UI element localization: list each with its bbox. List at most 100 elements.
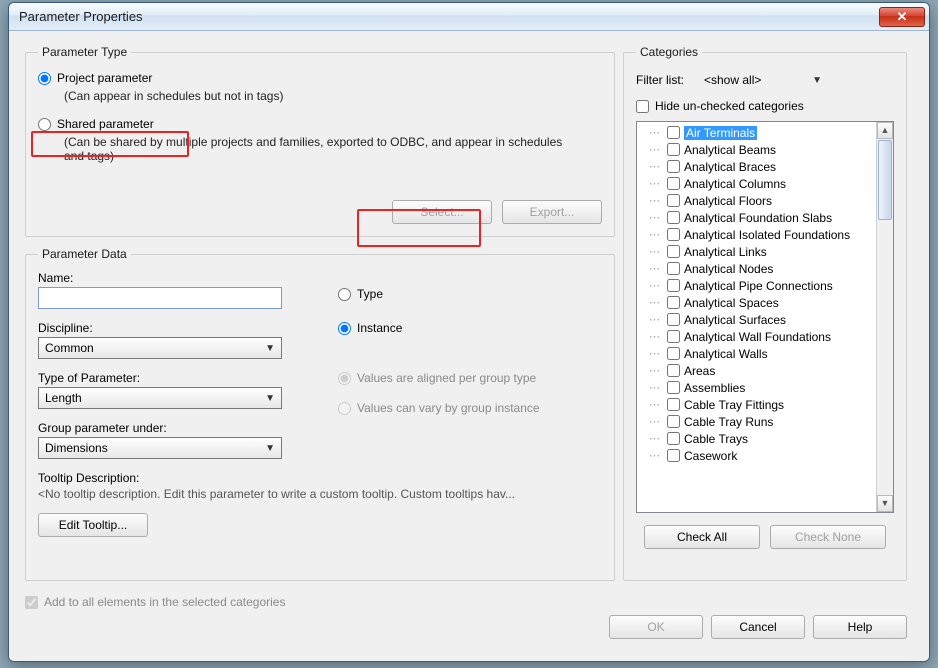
category-label: Analytical Walls (684, 347, 768, 361)
category-label: Analytical Columns (684, 177, 786, 191)
category-label: Cable Tray Runs (684, 415, 773, 429)
category-row[interactable]: ⋯Areas (641, 362, 893, 379)
group-under-value: Dimensions (45, 441, 108, 455)
discipline-value: Common (45, 341, 94, 355)
category-row[interactable]: ⋯Analytical Wall Foundations (641, 328, 893, 345)
category-checkbox[interactable] (667, 313, 680, 326)
category-checkbox[interactable] (667, 228, 680, 241)
shared-parameter-radio-row: Shared parameter (38, 117, 602, 131)
ok-button[interactable]: OK (609, 615, 703, 639)
category-row[interactable]: ⋯Analytical Isolated Foundations (641, 226, 893, 243)
category-checkbox[interactable] (667, 262, 680, 275)
parameter-properties-dialog: Parameter Properties ✕ Parameter Type Pr… (8, 2, 930, 662)
category-checkbox[interactable] (667, 398, 680, 411)
type-of-parameter-combo[interactable]: Length ▼ (38, 387, 282, 409)
scroll-thumb[interactable] (878, 140, 892, 220)
category-row[interactable]: ⋯ Analytical Foundation Slabs (641, 209, 893, 226)
category-checkbox[interactable] (667, 177, 680, 190)
type-radio-label: Type (357, 287, 383, 301)
add-to-all-checkbox (25, 596, 38, 609)
category-checkbox[interactable] (667, 245, 680, 258)
name-input[interactable] (38, 287, 282, 309)
export-button[interactable]: Export... (502, 200, 602, 224)
values-vary-radio (338, 402, 351, 415)
tree-dots-icon: ⋯ (641, 398, 667, 411)
project-parameter-label: Project parameter (57, 71, 152, 85)
category-label: Analytical Foundation Slabs (684, 211, 832, 225)
category-row[interactable]: ⋯ Analytical Beams (641, 141, 893, 158)
edit-tooltip-button[interactable]: Edit Tooltip... (38, 513, 148, 537)
category-label: Analytical Surfaces (684, 313, 786, 327)
discipline-combo[interactable]: Common ▼ (38, 337, 282, 359)
project-parameter-radio[interactable] (38, 72, 51, 85)
category-row[interactable]: ⋯Analytical Floors (641, 192, 893, 209)
tree-dots-icon: ⋯ (641, 211, 667, 224)
scroll-down-button[interactable]: ▼ (877, 495, 893, 512)
values-vary-label: Values can vary by group instance (357, 401, 540, 415)
category-row[interactable]: ⋯ Analytical Columns (641, 175, 893, 192)
category-row[interactable]: ⋯Casework (641, 447, 893, 464)
type-radio[interactable] (338, 288, 351, 301)
category-checkbox[interactable] (667, 330, 680, 343)
cancel-button[interactable]: Cancel (711, 615, 805, 639)
category-row[interactable]: ⋯Analytical Nodes (641, 260, 893, 277)
category-checkbox[interactable] (667, 194, 680, 207)
category-checkbox[interactable] (667, 415, 680, 428)
vertical-scrollbar[interactable]: ▲ ▼ (876, 122, 893, 512)
group-under-label: Group parameter under: (38, 421, 602, 435)
category-row[interactable]: ⋯Cable Tray Runs (641, 413, 893, 430)
category-row[interactable]: ⋯Analytical Surfaces (641, 311, 893, 328)
category-checkbox[interactable] (667, 160, 680, 173)
category-row[interactable]: ⋯Analytical Links (641, 243, 893, 260)
chevron-down-icon: ▼ (265, 343, 275, 354)
category-row[interactable]: ⋯Assemblies (641, 379, 893, 396)
close-button[interactable]: ✕ (879, 7, 925, 27)
shared-parameter-hint: (Can be shared by multiple projects and … (64, 135, 564, 163)
category-row[interactable]: ⋯Analytical Spaces (641, 294, 893, 311)
project-parameter-radio-row: Project parameter (38, 71, 602, 85)
filter-list-combo[interactable]: <show all> ▼ (698, 69, 828, 91)
select-button[interactable]: Select... (392, 200, 492, 224)
category-checkbox[interactable] (667, 126, 680, 139)
categories-tree[interactable]: ⋯Air Terminals⋯Analytical Beams⋯Analytic… (636, 121, 894, 513)
parameter-type-legend: Parameter Type (38, 45, 131, 59)
category-checkbox[interactable] (667, 347, 680, 360)
hide-unchecked-checkbox[interactable] (636, 100, 649, 113)
scroll-up-button[interactable]: ▲ (877, 122, 893, 139)
category-checkbox[interactable] (667, 143, 680, 156)
tree-dots-icon: ⋯ (641, 143, 667, 156)
window-title: Parameter Properties (19, 9, 879, 24)
category-checkbox[interactable] (667, 211, 680, 224)
category-row[interactable]: ⋯Analytical Walls (641, 345, 893, 362)
category-label: Analytical Floors (684, 194, 772, 208)
category-row[interactable]: ⋯Cable Trays (641, 430, 893, 447)
category-row[interactable]: ⋯Analytical Pipe Connections (641, 277, 893, 294)
shared-parameter-radio[interactable] (38, 118, 51, 131)
instance-radio[interactable] (338, 322, 351, 335)
check-none-button[interactable]: Check None (770, 525, 886, 549)
category-checkbox[interactable] (667, 364, 680, 377)
tooltip-desc-value: <No tooltip description. Edit this param… (38, 487, 598, 501)
category-label: Cable Tray Fittings (684, 398, 784, 412)
category-label: Analytical Beams (684, 143, 776, 157)
instance-radio-row: Instance (338, 321, 618, 335)
category-label: Areas (684, 364, 715, 378)
tree-dots-icon: ⋯ (641, 177, 667, 190)
category-label: Casework (684, 449, 737, 463)
titlebar: Parameter Properties ✕ (9, 3, 929, 31)
tooltip-desc-label: Tooltip Description: (38, 471, 602, 485)
category-checkbox[interactable] (667, 432, 680, 445)
category-row[interactable]: ⋯Analytical Braces (641, 158, 893, 175)
category-checkbox[interactable] (667, 279, 680, 292)
category-row[interactable]: ⋯Air Terminals (641, 124, 893, 141)
help-button[interactable]: Help (813, 615, 907, 639)
type-radio-row: Type (338, 287, 618, 301)
category-checkbox[interactable] (667, 449, 680, 462)
group-under-combo[interactable]: Dimensions ▼ (38, 437, 282, 459)
category-checkbox[interactable] (667, 296, 680, 309)
check-all-button[interactable]: Check All (644, 525, 760, 549)
category-row[interactable]: ⋯ Cable Tray Fittings (641, 396, 893, 413)
category-checkbox[interactable] (667, 381, 680, 394)
category-label: Analytical Braces (684, 160, 776, 174)
shared-parameter-label: Shared parameter (57, 117, 154, 131)
